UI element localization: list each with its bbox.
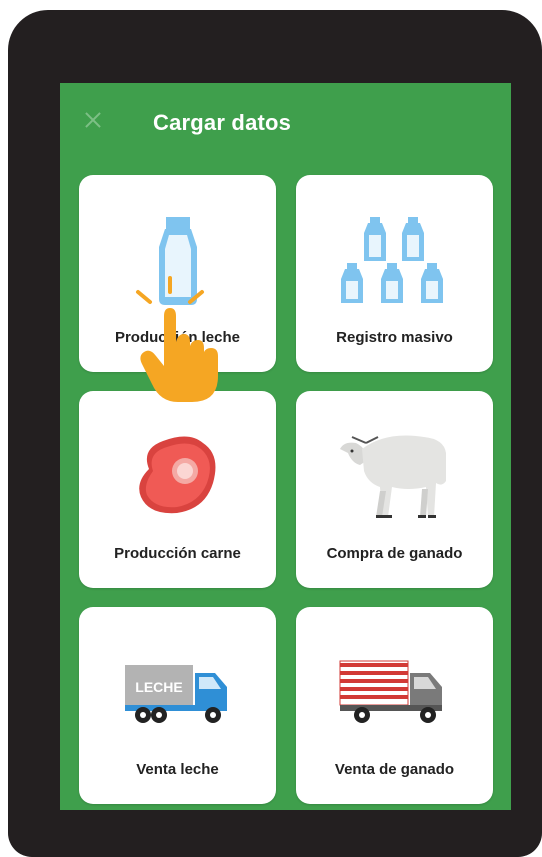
card-label: Registro masivo <box>336 329 453 346</box>
tablet-frame: Cargar datos Producción leche Registro m… <box>8 10 542 857</box>
card-venta-de-ganado[interactable]: Venta de ganado <box>296 607 493 804</box>
page-title: Cargar datos <box>153 110 292 135</box>
milk-truck-icon: LECHE <box>125 665 227 723</box>
app-screen: Cargar datos Producción leche Registro m… <box>60 83 511 810</box>
card-label: Venta leche <box>136 761 219 778</box>
card-venta-leche[interactable]: LECHE Venta leche <box>79 607 276 804</box>
meat-steak-icon <box>139 436 216 514</box>
milk-bottle-icon <box>159 217 197 305</box>
milk-bottles-icon <box>341 217 443 303</box>
card-label: Producción carne <box>114 545 241 562</box>
close-icon[interactable] <box>82 109 104 131</box>
card-compra-de-ganado[interactable]: Compra de ganado <box>296 391 493 588</box>
cattle-truck-icon <box>339 660 442 723</box>
card-produccion-carne[interactable]: Producción carne <box>79 391 276 588</box>
card-produccion-leche[interactable]: Producción leche <box>79 175 276 372</box>
card-label: Venta de ganado <box>334 761 455 778</box>
card-label: Compra de ganado <box>326 545 463 562</box>
truck-text: LECHE <box>135 679 182 695</box>
card-registro-masivo[interactable]: Registro masivo <box>296 175 493 372</box>
cow-icon <box>340 435 446 518</box>
card-label: Producción leche <box>114 329 241 346</box>
